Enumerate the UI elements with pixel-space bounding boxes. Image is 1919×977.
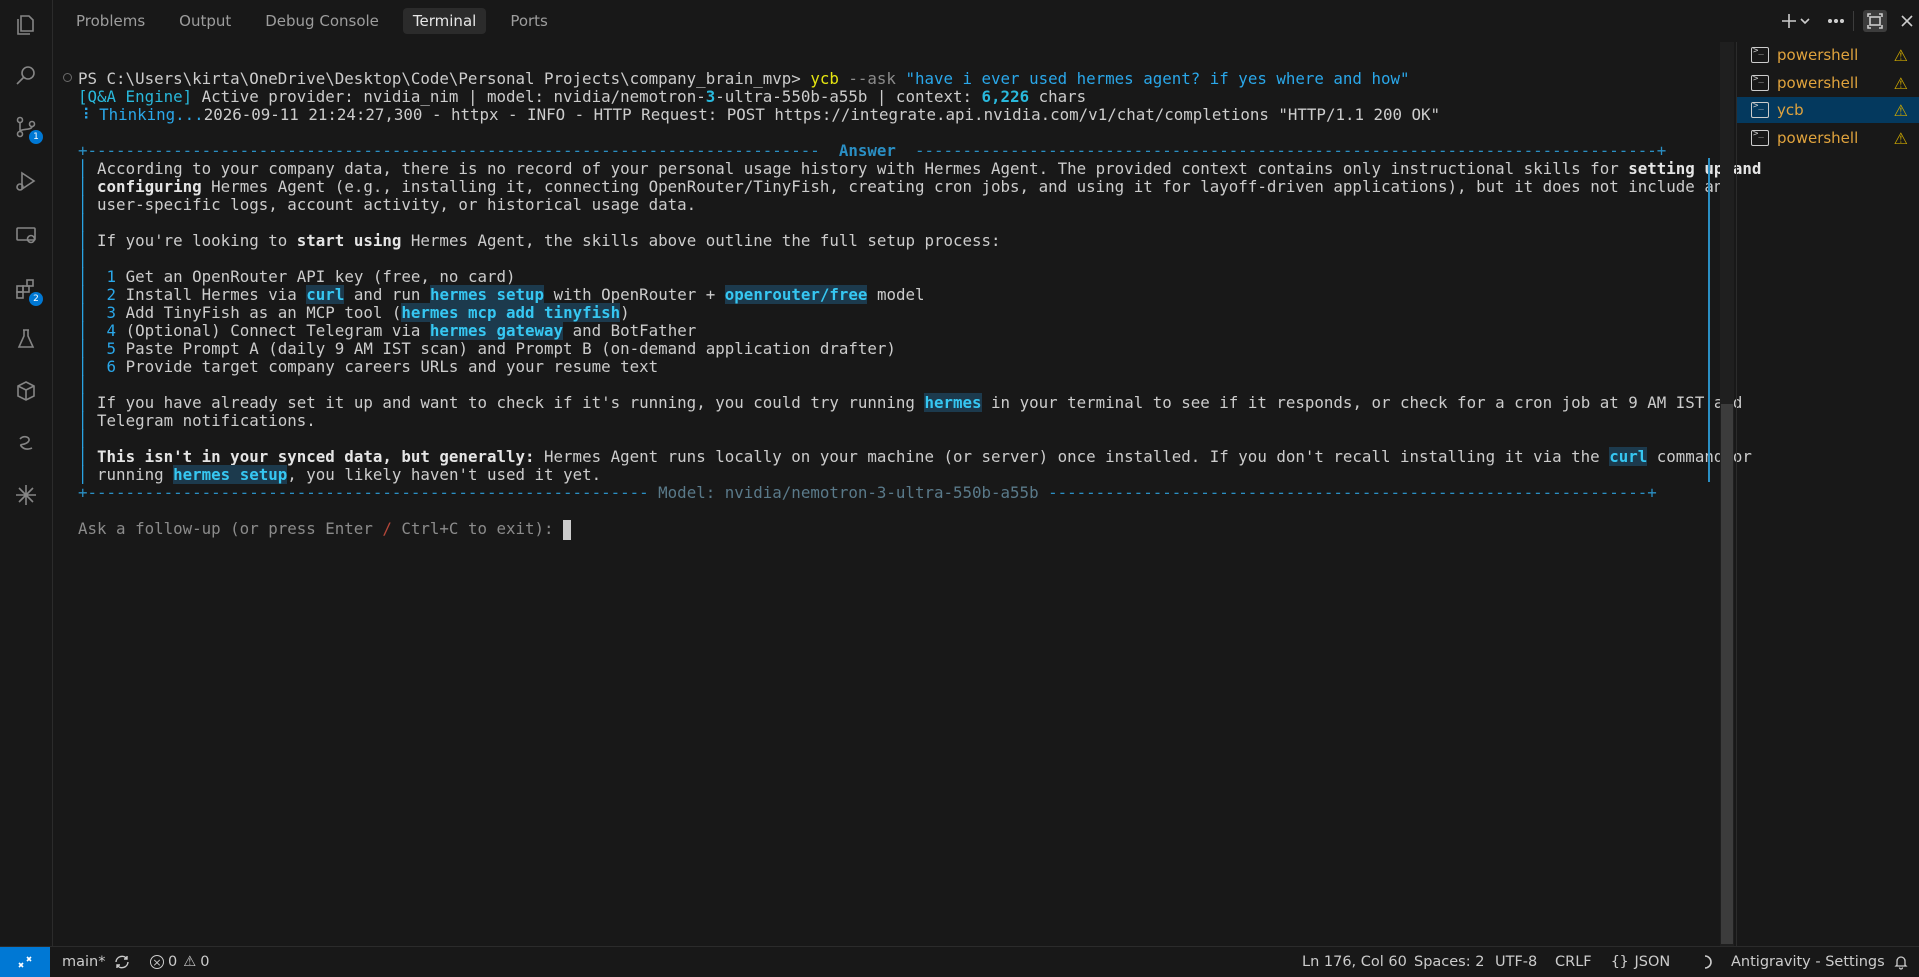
terminal-icon	[1751, 74, 1769, 91]
step-6: │ 6 Provide target company careers URLs …	[78, 357, 659, 376]
answer-text: in your terminal to see if it responds, …	[981, 393, 1743, 412]
warning-icon: ⚠	[1893, 45, 1908, 65]
terminal-output[interactable]: PS C:\Users\kirta\OneDrive\Desktop\Code\…	[53, 42, 1761, 946]
maximize-panel-icon[interactable]	[1863, 10, 1887, 32]
source-control-icon[interactable]: 1	[13, 114, 43, 144]
terminal-tab-label: ycb	[1777, 101, 1804, 119]
warning-count: 0	[200, 954, 210, 970]
end-of-line[interactable]: CRLF	[1555, 947, 1592, 977]
terminal-list: powershell ⚠ powershell ⚠ ycb ⚠ powershe…	[1736, 42, 1919, 946]
tab-output[interactable]: Output	[169, 8, 241, 34]
new-terminal-plus-icon[interactable]	[1781, 10, 1797, 32]
warning-icon: ⚠	[1893, 100, 1908, 120]
cursor-position[interactable]: Ln 176, Col 60	[1302, 947, 1407, 977]
more-actions-icon[interactable]	[1827, 10, 1845, 32]
notifications-bell-icon[interactable]	[1893, 947, 1909, 977]
answer-line: │ Telegram notifications.	[78, 411, 316, 430]
sync-icon	[115, 955, 130, 969]
source-control-badge: 1	[29, 130, 43, 144]
answer-line: │ If you're looking to start using Herme…	[78, 231, 1001, 250]
thinking-line: ⠸ Thinking...2026-09-11 21:24:27,300 - h…	[78, 104, 1440, 126]
indentation[interactable]: Spaces: 2	[1414, 947, 1484, 977]
sparkle-icon[interactable]	[13, 482, 39, 508]
panel-tabs: Problems Output Debug Console Terminal P…	[53, 0, 1919, 42]
tab-terminal[interactable]: Terminal	[402, 8, 487, 34]
command-decoration-icon	[63, 73, 72, 82]
terminal-icon	[1751, 101, 1769, 118]
activity-bar: 1 2	[0, 0, 53, 946]
error-count: 0	[168, 954, 178, 970]
agent-swirl-icon[interactable]	[13, 430, 39, 456]
terminal-icon	[1751, 46, 1769, 63]
tab-debug-console[interactable]: Debug Console	[255, 8, 389, 34]
warning-icon: ⚠	[183, 954, 197, 970]
step-number: 6	[106, 357, 117, 376]
answer-bottom-border: +---------------------------------------…	[78, 483, 1657, 502]
http-log: 2026-09-11 21:24:27,300 - httpx - INFO -…	[203, 105, 1441, 124]
terminal-tab-powershell[interactable]: powershell ⚠	[1737, 125, 1919, 151]
terminal-tab-powershell[interactable]: powershell ⚠	[1737, 70, 1919, 96]
answer-text: If you're looking to	[97, 231, 297, 250]
divider	[1853, 11, 1854, 31]
footer-model: Model: nvidia/nemotron-3-ultra-550b-a55b	[658, 483, 1039, 502]
terminal-tab-ycb[interactable]: ycb ⚠	[1737, 97, 1919, 123]
extensions-icon[interactable]: 2	[13, 276, 43, 306]
terminal-icon	[1751, 129, 1769, 146]
run-debug-icon[interactable]	[13, 168, 39, 194]
close-panel-icon[interactable]	[1899, 10, 1915, 32]
containers-cube-icon[interactable]	[13, 378, 39, 404]
answer-line: │ user-specific logs, account activity, …	[78, 195, 697, 214]
thinking-prefix: ⠸ Thinking...	[78, 105, 204, 124]
followup-text: Ask a follow-up (or press Enter	[78, 519, 383, 538]
branch-indicator[interactable]: main*	[62, 947, 131, 977]
explorer-icon[interactable]	[13, 12, 39, 38]
problems-indicator[interactable]: × 0 ⚠ 0	[150, 947, 209, 977]
tab-problems[interactable]: Problems	[66, 8, 155, 34]
code-span: openrouter/free	[724, 285, 868, 304]
terminal-cursor	[563, 519, 572, 540]
extensions-badge: 2	[29, 292, 43, 306]
language-mode[interactable]: {} JSON	[1611, 947, 1670, 977]
answer-text: Telegram notifications.	[97, 411, 316, 430]
chevron-down-icon[interactable]	[1799, 10, 1811, 32]
spinner-icon	[1697, 947, 1713, 977]
answer-line: │ If you have already set it up and want…	[78, 393, 1743, 412]
remote-icon	[18, 956, 32, 968]
followup-prompt[interactable]: Ask a follow-up (or press Enter / Ctrl+C…	[78, 518, 572, 540]
step-text: model	[867, 285, 925, 304]
testing-flask-icon[interactable]	[13, 326, 39, 352]
braces-icon: {}	[1611, 954, 1629, 970]
terminal-tab-label: powershell	[1777, 46, 1859, 64]
remote-indicator[interactable]	[0, 947, 50, 977]
tab-ports[interactable]: Ports	[500, 8, 558, 34]
settings-indicator[interactable]: Antigravity - Settings	[1731, 947, 1885, 977]
answer-text: Hermes Agent, the skills above outline t…	[401, 231, 1001, 250]
followup-text: Ctrl+C to exit):	[391, 519, 564, 538]
answer-right-border	[1704, 140, 1714, 502]
remote-explorer-icon[interactable]	[13, 222, 39, 248]
error-icon: ×	[150, 955, 164, 969]
answer-text: user-specific logs, account activity, or…	[97, 195, 697, 214]
step-text: Provide target company careers URLs and …	[125, 357, 659, 376]
panel-actions	[1739, 0, 1919, 42]
warning-icon: ⚠	[1893, 73, 1908, 93]
encoding[interactable]: UTF-8	[1495, 947, 1537, 977]
terminal-tab-label: powershell	[1777, 74, 1859, 92]
code-span: curl	[1609, 447, 1648, 466]
scrollbar-thumb[interactable]	[1721, 404, 1733, 944]
terminal-tab-label: powershell	[1777, 129, 1859, 147]
terminal-tab-powershell[interactable]: powershell ⚠	[1737, 42, 1919, 68]
answer-bold: start using	[296, 231, 402, 250]
answer-text: Hermes Agent runs locally on your machin…	[534, 447, 1610, 466]
branch-name: main*	[62, 954, 106, 970]
language-label: JSON	[1634, 954, 1671, 970]
search-icon[interactable]	[13, 62, 39, 88]
followup-slash: /	[382, 519, 392, 538]
status-bar: main* × 0 ⚠ 0 Ln 176, Col 60 Spaces: 2 U…	[0, 946, 1919, 977]
code-span: hermes	[924, 393, 982, 412]
warning-icon: ⚠	[1893, 128, 1908, 148]
